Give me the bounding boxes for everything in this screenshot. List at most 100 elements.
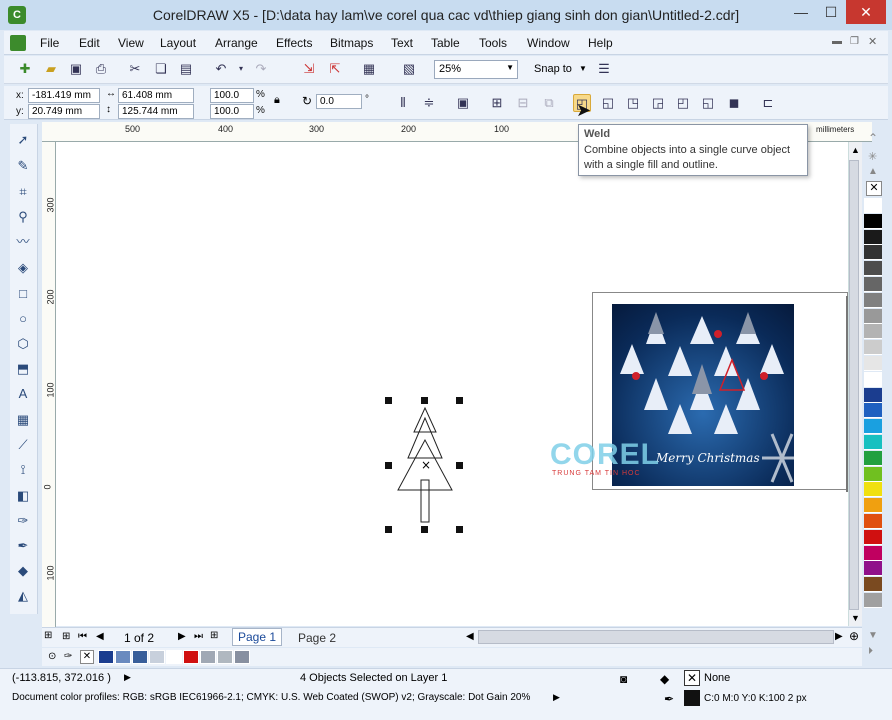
selection-handle-top-left[interactable] <box>385 397 392 404</box>
tab-page-1[interactable]: Page 1 <box>232 628 282 646</box>
doc-color-swatch[interactable] <box>200 650 216 664</box>
color-swatch[interactable] <box>864 450 882 466</box>
color-swatch[interactable] <box>864 198 882 213</box>
color-swatch[interactable] <box>864 529 882 545</box>
color-swatch[interactable] <box>864 482 882 498</box>
options-icon[interactable]: ☰ <box>595 60 613 78</box>
snap-dropdown-icon[interactable]: ▼ <box>579 64 587 73</box>
smart-fill-tool-icon[interactable]: ◈ <box>13 258 33 278</box>
menu-effects[interactable]: Effects <box>276 36 312 50</box>
color-swatch[interactable] <box>864 292 882 308</box>
doc-color-swatch[interactable] <box>132 650 148 664</box>
scroll-left-icon[interactable]: ◀ <box>466 631 474 642</box>
vertical-scroll-thumb[interactable] <box>849 160 859 610</box>
menu-layout[interactable]: Layout <box>160 36 196 50</box>
table-tool-icon[interactable]: ▦ <box>13 410 33 430</box>
previous-page-icon[interactable]: ◀ <box>96 631 104 642</box>
palette-up-icon[interactable]: ▲ <box>868 166 878 177</box>
color-swatch[interactable] <box>864 308 882 324</box>
scale-height-field[interactable]: 100.0 <box>210 104 254 119</box>
welcome-screen-icon[interactable]: ▧ <box>400 60 418 78</box>
menu-tools[interactable]: Tools <box>479 36 507 50</box>
close-button[interactable]: ✕ <box>846 0 886 24</box>
menu-window[interactable]: Window <box>527 36 570 50</box>
palette-collapse-icon[interactable]: ✳ <box>868 150 877 163</box>
doc-color-swatch[interactable] <box>98 650 114 664</box>
document-icon[interactable] <box>10 35 26 51</box>
mdi-restore-icon[interactable]: ❐ <box>850 36 859 47</box>
doc-palette-scroll-icon[interactable]: ⊙ <box>48 651 56 662</box>
width-field[interactable]: 61.408 mm <box>118 88 194 103</box>
scroll-up-icon[interactable]: ▲ <box>851 145 860 155</box>
color-swatch[interactable] <box>864 498 882 514</box>
undo-icon[interactable]: ↶ <box>212 60 230 78</box>
color-swatch[interactable] <box>864 403 882 419</box>
shape-tool-icon[interactable]: ✎ <box>13 156 33 176</box>
color-swatch[interactable] <box>864 245 882 261</box>
doc-color-swatch[interactable] <box>166 650 182 664</box>
menu-table[interactable]: Table <box>431 36 460 50</box>
color-swatch[interactable] <box>864 466 882 482</box>
height-field[interactable]: 125.744 mm <box>118 104 194 119</box>
menu-edit[interactable]: Edit <box>79 36 100 50</box>
scroll-down-icon[interactable]: ▼ <box>851 613 860 623</box>
print-icon[interactable]: ⎙ <box>92 60 110 78</box>
undo-dropdown-icon[interactable]: ▾ <box>232 60 250 78</box>
color-swatch[interactable] <box>864 371 882 387</box>
blend-tool-icon[interactable]: ◧ <box>13 486 33 506</box>
color-management-icon[interactable]: ◙ <box>620 672 627 686</box>
group-icon[interactable]: ▣ <box>454 94 472 112</box>
color-swatch[interactable] <box>864 577 882 593</box>
y-position-field[interactable]: 20.749 mm <box>28 104 100 119</box>
export-icon[interactable]: ⇱ <box>326 60 344 78</box>
redo-icon[interactable]: ↷ <box>252 60 270 78</box>
connector-tool-icon[interactable]: ⟟ <box>13 460 33 480</box>
color-swatch[interactable] <box>864 229 882 245</box>
doc-color-swatch[interactable] <box>217 650 233 664</box>
pick-tool-icon[interactable]: ➚ <box>13 130 33 150</box>
freehand-tool-icon[interactable]: 〰 <box>13 232 33 252</box>
doc-palette-eyedropper-icon[interactable]: ✑ <box>64 651 72 662</box>
color-swatch[interactable] <box>864 356 882 371</box>
coordinates-play-icon[interactable]: ▶ <box>124 672 131 683</box>
menu-arrange[interactable]: Arrange <box>215 36 258 50</box>
cut-icon[interactable]: ✂ <box>126 60 144 78</box>
paste-icon[interactable]: ▤ <box>177 60 195 78</box>
doc-color-swatch[interactable] <box>234 650 250 664</box>
add-page-icon[interactable]: ⊞ <box>210 630 218 641</box>
first-page-arrow-icon[interactable]: ⏮ <box>78 631 87 642</box>
snap-to-label[interactable]: Snap to <box>534 63 572 75</box>
zoom-tool-icon[interactable]: ⚲ <box>13 207 33 227</box>
first-page-icon[interactable]: ⊞ <box>62 631 70 642</box>
color-eyedropper-tool-icon[interactable]: ✑ <box>13 511 33 531</box>
color-swatch[interactable] <box>864 593 882 608</box>
rectangle-tool-icon[interactable]: □ <box>13 284 33 304</box>
selection-handle-top-right[interactable] <box>456 397 463 404</box>
doc-no-color-swatch[interactable]: ✕ <box>80 650 94 664</box>
tab-page-2[interactable]: Page 2 <box>292 630 342 646</box>
color-swatch[interactable] <box>864 545 882 561</box>
color-swatch[interactable] <box>864 419 882 435</box>
align-distribute-icon[interactable]: ⊏ <box>759 94 777 112</box>
color-swatch[interactable] <box>864 435 882 450</box>
color-swatch[interactable] <box>864 340 882 356</box>
color-swatch[interactable] <box>864 387 882 403</box>
selection-handle-left[interactable] <box>385 462 392 469</box>
menu-file[interactable]: File <box>40 36 59 50</box>
trim-icon[interactable]: ◱ <box>599 94 617 112</box>
selection-handle-right[interactable] <box>456 462 463 469</box>
menu-help[interactable]: Help <box>588 36 613 50</box>
scale-width-field[interactable]: 100.0 <box>210 88 254 103</box>
mirror-horizontal-icon[interactable]: ⫴ <box>394 94 412 112</box>
selection-handle-bottom[interactable] <box>421 526 428 533</box>
color-swatch[interactable] <box>864 213 882 229</box>
doc-color-swatch[interactable] <box>115 650 131 664</box>
polygon-tool-icon[interactable]: ⬡ <box>13 334 33 354</box>
maximize-button[interactable]: ☐ <box>816 0 846 24</box>
menu-bitmaps[interactable]: Bitmaps <box>330 36 373 50</box>
mdi-close-icon[interactable]: ✕ <box>868 35 877 48</box>
palette-down-icon[interactable]: ▼ <box>868 630 878 641</box>
intersect-icon[interactable]: ◳ <box>624 94 642 112</box>
color-swatch[interactable] <box>864 277 882 292</box>
palette-expand-icon[interactable]: ⏵ <box>868 646 873 657</box>
